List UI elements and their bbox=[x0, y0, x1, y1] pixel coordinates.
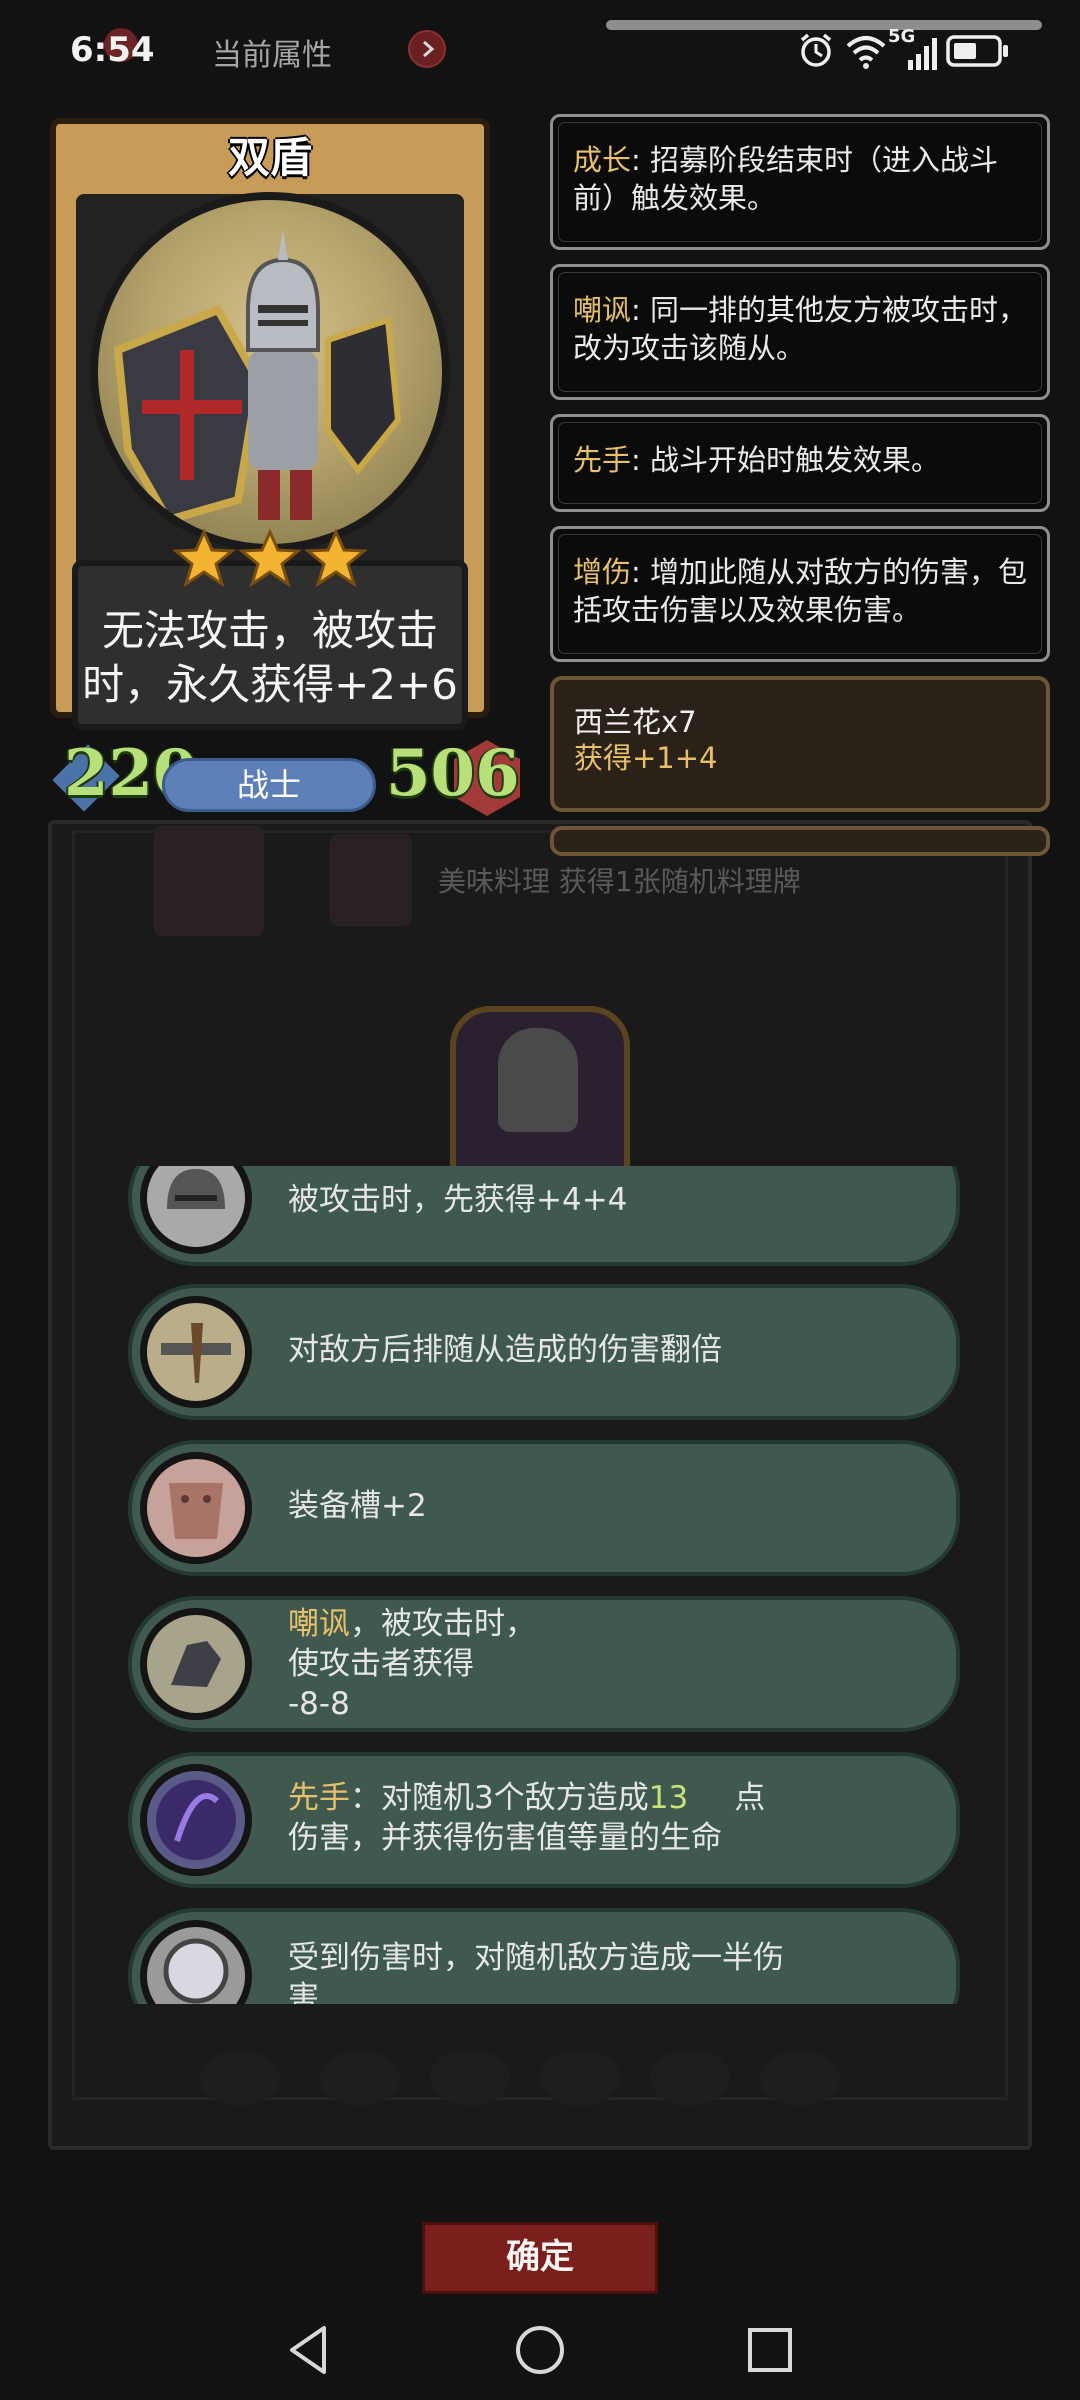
equipment-slot[interactable] bbox=[200, 2050, 280, 2106]
skill-text-part: 使攻击者获得 bbox=[288, 1646, 474, 1682]
skill-row-bg bbox=[128, 1596, 960, 1732]
wifi-icon bbox=[846, 36, 886, 69]
status-time: 6:54 bbox=[70, 30, 155, 70]
chevron-right-icon bbox=[423, 40, 435, 58]
equipment-slot[interactable] bbox=[650, 2050, 730, 2106]
skill-text-part: ：对随机3个敌方造成 bbox=[350, 1780, 649, 1816]
keyword-panel-first-strike: 先手: 战斗开始时触发效果。 bbox=[550, 414, 1050, 512]
skill-text-part: 伤害，并获得伤害值等量的生命 bbox=[288, 1820, 722, 1856]
keyword-name: 增伤 bbox=[573, 555, 632, 589]
skill-row[interactable]: 对敌方后排随从造成的伤害翻倍 bbox=[128, 1284, 960, 1420]
star-rating bbox=[172, 528, 368, 588]
status-bar: 6:54 当前属性 5G bbox=[0, 0, 1080, 100]
health-value: 506 bbox=[386, 736, 520, 811]
keyword-panel-growth: 成长: 招募阶段结束时（进入战斗前）触发效果。 bbox=[550, 114, 1050, 250]
scroll-handle[interactable] bbox=[606, 20, 1042, 30]
unit-card[interactable]: 双盾 无法攻击，被攻击时，永久获得+2+6 220 战士 506 bbox=[44, 114, 520, 834]
knight-portrait bbox=[90, 192, 450, 552]
home-icon[interactable] bbox=[512, 2322, 568, 2378]
signal-icon bbox=[908, 38, 937, 70]
skill-damage-number: 13 bbox=[648, 1780, 689, 1816]
confirm-button[interactable]: 确定 bbox=[422, 2222, 658, 2294]
bg-knight-helmet bbox=[498, 1028, 578, 1132]
armor-icon bbox=[140, 1452, 252, 1564]
gauntlet-icon bbox=[140, 1608, 252, 1720]
skill-row[interactable]: 装备槽+2 bbox=[128, 1440, 960, 1576]
skill-text: 被攻击时，先获得+4+4 bbox=[288, 1182, 628, 1218]
recents-icon[interactable] bbox=[742, 2322, 798, 2378]
skill-text: 先手：对随机3个敌方造成13 点 伤害，并获得伤害值等量的生命 bbox=[288, 1778, 765, 1858]
keyword-text: : 增加此随从对敌方的伤害，包括攻击伤害以及效果伤害。 bbox=[573, 555, 1028, 627]
bg-event-text: 美味料理 获得1张随机料理牌 bbox=[438, 865, 801, 898]
equipment-slot[interactable] bbox=[760, 2050, 840, 2106]
item-panel-partial[interactable] bbox=[550, 826, 1050, 856]
keyword-panel-damage-boost: 增伤: 增加此随从对敌方的伤害，包括攻击伤害以及效果伤害。 bbox=[550, 526, 1050, 662]
skill-text-part: -8-8 bbox=[288, 1686, 350, 1722]
page-label: 当前属性 bbox=[212, 38, 332, 73]
skill-text-part: 点 bbox=[734, 1780, 766, 1816]
status-icons: 5G bbox=[796, 26, 1016, 72]
class-badge: 战士 bbox=[162, 758, 376, 812]
skill-keyword: 嘲讽 bbox=[288, 1606, 350, 1642]
bg-unit-portrait bbox=[330, 834, 412, 926]
skill-list[interactable]: 被攻击时，先获得+4+4 对敌方后排随从造成的伤害翻倍 装备槽+2 嘲讽，被攻击… bbox=[128, 1166, 960, 2004]
keyword-text: : 招募阶段结束时（进入战斗前）触发效果。 bbox=[573, 143, 999, 215]
keyword-text: : 战斗开始时触发效果。 bbox=[631, 443, 941, 477]
skill-row-bg bbox=[128, 1440, 960, 1576]
keyword-panel-taunt: 嘲讽: 同一排的其他友方被攻击时，改为攻击该随从。 bbox=[550, 264, 1050, 400]
skill-text: 对敌方后排随从造成的伤害翻倍 bbox=[288, 1332, 722, 1368]
item-panel[interactable]: 西兰花x7 获得+1+4 bbox=[550, 676, 1050, 812]
alarm-icon bbox=[800, 33, 832, 67]
equipment-slot[interactable] bbox=[540, 2050, 620, 2106]
skill-text-part: ，被攻击时， bbox=[350, 1606, 536, 1642]
skill-row[interactable]: 受到伤害时，对随机敌方造成一半伤 害 bbox=[128, 1908, 960, 2004]
skill-row[interactable]: 嘲讽，被攻击时， 使攻击者获得 -8-8 bbox=[128, 1596, 960, 1732]
dark-spirit-icon bbox=[140, 1764, 252, 1876]
card-description: 无法攻击，被攻击时，永久获得+2+6 bbox=[82, 606, 458, 709]
next-arrow-button[interactable] bbox=[408, 30, 446, 68]
skill-text-part: 害 bbox=[288, 1980, 319, 2004]
bg-unit-portrait bbox=[154, 826, 264, 936]
skill-text: 装备槽+2 bbox=[288, 1488, 427, 1524]
equipment-slot[interactable] bbox=[320, 2050, 400, 2106]
keyword-name: 嘲讽 bbox=[573, 293, 632, 327]
item-name: 西兰花x7 bbox=[574, 705, 697, 739]
skill-text-part: 受到伤害时，对随机敌方造成一半伤 bbox=[288, 1940, 784, 1976]
skill-keyword: 先手 bbox=[288, 1780, 350, 1816]
skill-row[interactable]: 先手：对随机3个敌方造成13 点 伤害，并获得伤害值等量的生命 bbox=[128, 1752, 960, 1888]
equipment-slot[interactable] bbox=[430, 2050, 510, 2106]
skill-text: 嘲讽，被攻击时， 使攻击者获得 -8-8 bbox=[288, 1604, 536, 1724]
back-icon[interactable] bbox=[282, 2322, 338, 2378]
item-effect: 获得+1+4 bbox=[574, 741, 718, 775]
battery-icon bbox=[946, 35, 1008, 67]
card-name: 双盾 bbox=[227, 133, 312, 182]
three-star-icon bbox=[172, 528, 368, 588]
system-nav-bar bbox=[0, 2300, 1080, 2400]
crossbow-icon bbox=[140, 1296, 252, 1408]
keyword-name: 先手 bbox=[573, 443, 632, 477]
keyword-name: 成长 bbox=[573, 143, 632, 177]
skill-text: 受到伤害时，对随机敌方造成一半伤 害 bbox=[288, 1938, 784, 2004]
skill-row[interactable]: 被攻击时，先获得+4+4 bbox=[128, 1166, 960, 1266]
knight-icon bbox=[113, 230, 402, 525]
keyword-text: : 同一排的其他友方被攻击时，改为攻击该随从。 bbox=[573, 293, 1028, 365]
